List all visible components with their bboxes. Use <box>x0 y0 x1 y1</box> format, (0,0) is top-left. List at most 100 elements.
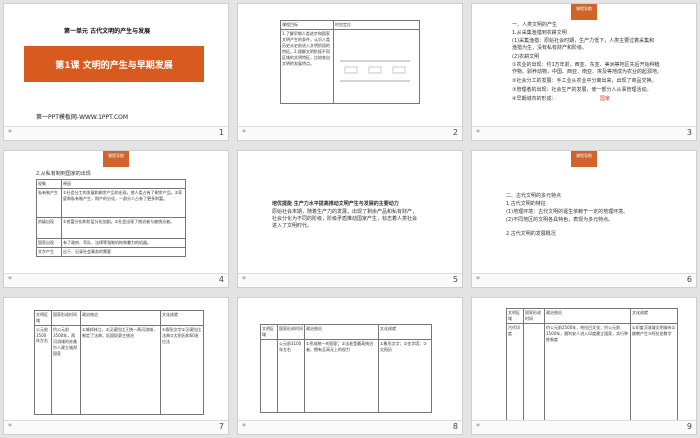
section-heading: 二、古代文明的多元特点 <box>506 193 562 199</box>
table-cell: 出于、记录社会事务的需要 <box>61 247 186 257</box>
section-heading: 培优提能 生产力水平提高推动文明产生与发展的主要动力 <box>272 201 399 207</box>
table-header: 国家形成时间 <box>277 324 305 340</box>
table-header: 政治统治 <box>544 308 631 324</box>
text-line: 渔猎为生，没有私有财产和阶级。 <box>512 45 588 51</box>
slide-footer: * 7 <box>4 420 228 434</box>
text-line: 1.古代文明的特征 <box>506 201 546 207</box>
table-cell: ①社会分工的发展和剩余产品的出现，使人类占有了剩余产品。②家庭和私有制产生，财产… <box>61 188 186 218</box>
civilization-table: 文明区域 国家形成时间 政治统治 文化成就 古代印度 约公元前2500年，哈拉巴… <box>506 308 678 421</box>
slide-thumbnail-3[interactable]: 课程导航 一、人类文明的产生 1.从采集渔猎到农耕文明 (1)采集渔猎：原始社会… <box>471 3 697 141</box>
star-icon: * <box>476 275 480 284</box>
table-cell: ①象形文字；②金字塔；③太阳历 <box>378 339 432 413</box>
text-line: ③管理者的出现：社会生产的发展，使一部分人从事管理活动。 <box>512 87 652 93</box>
table-header: 文明区域 <box>260 324 278 340</box>
table-header: 政治统治 <box>80 310 161 326</box>
slide-footer: * 5 <box>238 273 462 287</box>
text-line: (1)采集渔猎：原始社会时期，生产力低下，人类主要过着采集和 <box>512 38 655 44</box>
table-cell: 私有制产生 <box>36 188 62 218</box>
slide-number: 9 <box>686 422 692 431</box>
table-header: 课程目标 <box>280 20 334 30</box>
slide-footer: * 6 <box>472 273 696 287</box>
star-icon: * <box>242 128 246 137</box>
text-line: ①农业的出现：约1万年前，西亚、东亚、美洲等地区先后开始种植 <box>512 62 660 68</box>
slide-footer: * 9 <box>472 420 696 434</box>
timeline-cell <box>333 29 420 104</box>
star-icon: * <box>242 275 246 284</box>
table-cell: 约公元前2500年，哈拉巴文化；约公元前1500年，雅利安人进入印度建立国家，实… <box>544 323 631 421</box>
nav-badge: 课程导航 <box>571 4 597 20</box>
highlight-text: 国家 <box>600 96 611 102</box>
nav-badge: 课程导航 <box>103 151 129 167</box>
lesson-title: 第1课 文明的产生与早期发展 <box>55 61 173 71</box>
table-cell: 公元前3100年左右 <box>277 339 305 413</box>
table-cell <box>260 339 278 413</box>
nav-badge: 课程导航 <box>571 151 597 167</box>
table-header: 国家形成时间 <box>51 310 81 326</box>
sub-heading: 1.从采集渔猎到农耕文明 <box>512 30 567 36</box>
table-cell <box>523 323 545 421</box>
section-heading: 2.从私有制到国家的出现 <box>36 171 91 177</box>
slide-number: 8 <box>452 422 458 431</box>
slide-thumbnail-7[interactable]: 文明区域 国家形成时间 政治统治 文化成就 公元前3500年左右 约公元前350… <box>3 297 229 435</box>
goals-table: 课程目标 时空定位 1.了解早期人类进步和国家文明产生的条件，认识人类历史从史前… <box>280 20 420 104</box>
slide-footer: * 1 <box>4 126 228 140</box>
table-cell: ①楔形文字②汉谟拉比法典③太阴历和60进位法 <box>160 325 204 415</box>
star-icon: * <box>8 128 12 137</box>
text-line: 进入了文明时代。 <box>272 223 313 229</box>
table-cell: 古代印度 <box>506 323 524 421</box>
slide-thumbnail-8[interactable]: 文明区域 国家形成时间 政治统治 文化成就 公元前3100年左右 ①形成统一的国… <box>237 297 463 435</box>
text-line: (2)农耕文明 <box>512 54 540 60</box>
text-line: ②社会分工的发展：手工业从农业中分离出来，出现了商品交换。 <box>512 78 657 84</box>
slide-number: 5 <box>452 275 458 284</box>
table-header: 文化成就 <box>160 310 204 326</box>
slide-thumbnail-5[interactable]: 培优提能 生产力水平提高推动文明产生与发展的主要动力 原始社会末期，随着生产力的… <box>237 150 463 288</box>
text-line: ④早期城市的形成： <box>512 96 557 102</box>
slide-footer: * 8 <box>238 420 462 434</box>
slide-number: 3 <box>686 128 692 137</box>
slide-number: 6 <box>686 275 692 284</box>
star-icon: * <box>242 422 246 431</box>
slide-number: 4 <box>218 275 224 284</box>
site-label: 第一PPT模板网-WWW.1PPT.COM <box>36 114 129 121</box>
table-header: 现象 <box>36 179 62 189</box>
slide-footer: * 2 <box>238 126 462 140</box>
table-cell: 有了政府、军队、法律等强制机构和暴力的机器。 <box>61 238 186 248</box>
slide-thumbnail-4[interactable]: 课程导航 2.从私有制到国家的出现 现象 原因 私有制产生 ①社会分工的发展和剩… <box>3 150 229 288</box>
slide-number: 2 <box>452 128 458 137</box>
table-cell: 国家出现 <box>36 238 62 248</box>
slide-thumbnail-6[interactable]: 课程导航 二、古代文明的多元特点 1.古代文明的特征 (1)地理环境：古代文明的… <box>471 150 697 288</box>
table-cell: 阶级出现 <box>36 217 62 239</box>
star-icon: * <box>8 422 12 431</box>
slide-footer: * 3 <box>472 126 696 140</box>
table-header: 原因 <box>61 179 186 189</box>
slide-thumbnail-1[interactable]: 第一单元 古代文明的产生与发展 第1课 文明的产生与早期发展 第一PPT模板网-… <box>3 3 229 141</box>
slide-number: 1 <box>218 128 224 137</box>
title-band: 第1课 文明的产生与早期发展 <box>24 46 204 82</box>
slide-footer: * 4 <box>4 273 228 287</box>
table-header: 文明区域 <box>506 308 524 324</box>
table-cell: ①印度河流域文明城市②佛教产生③阿拉伯数字 <box>630 323 678 421</box>
text-line: 社会分化为不同的阶级，阶级矛盾推动国家产生，标志着人类社会 <box>272 216 418 222</box>
table-cell: 约公元前3500年，两河流域的苏美尔人建立城邦国家 <box>51 325 81 415</box>
civilization-table: 文明区域 国家形成时间 政治统治 文化成就 公元前3100年左右 ①形成统一的国… <box>260 324 432 413</box>
table-header: 政治统治 <box>304 324 379 340</box>
slide-number: 7 <box>218 422 224 431</box>
table-cell: ①形成统一的国家；②法老是最高统治者，拥有至高无上的权力 <box>304 339 379 413</box>
history-table: 现象 原因 私有制产生 ①社会分工的发展和剩余产品的出现，使人类占有了剩余产品。… <box>36 179 186 257</box>
table-cell: ①贫富分化和阶层分化加剧。②社会出现了统治者与被统治者。 <box>61 217 186 239</box>
table-header: 文化成就 <box>630 308 678 324</box>
text-line: 2.古代文明的发展概况 <box>506 231 556 237</box>
table-header: 国家形成时间 <box>523 308 545 324</box>
table-cell: 文字产生 <box>36 247 62 257</box>
section-heading: 一、人类文明的产生 <box>512 22 558 28</box>
timeline-diagram <box>340 60 410 82</box>
table-header: 时空定位 <box>333 20 420 30</box>
table-header: 文化成就 <box>378 324 432 340</box>
table-header: 文明区域 <box>34 310 52 326</box>
table-cell: ①城邦林立，②汉谟拉比王统一两河流域，制定了法典，巩固奴隶主统治 <box>80 325 161 415</box>
goals-cell: 1.了解早期人类进步和国家文明产生的条件，认识人类历史从史前进入文明阶段的特征。… <box>280 29 334 104</box>
text-line: 作物、驯养动物，中国、西亚、南亚、埃及等地成为农业的起源地。 <box>512 69 663 75</box>
star-icon: * <box>476 422 480 431</box>
slide-thumbnail-2[interactable]: 课程目标 时空定位 1.了解早期人类进步和国家文明产生的条件，认识人类历史从史前… <box>237 3 463 141</box>
slide-thumbnail-9[interactable]: 文明区域 国家形成时间 政治统治 文化成就 古代印度 约公元前2500年，哈拉巴… <box>471 297 697 435</box>
